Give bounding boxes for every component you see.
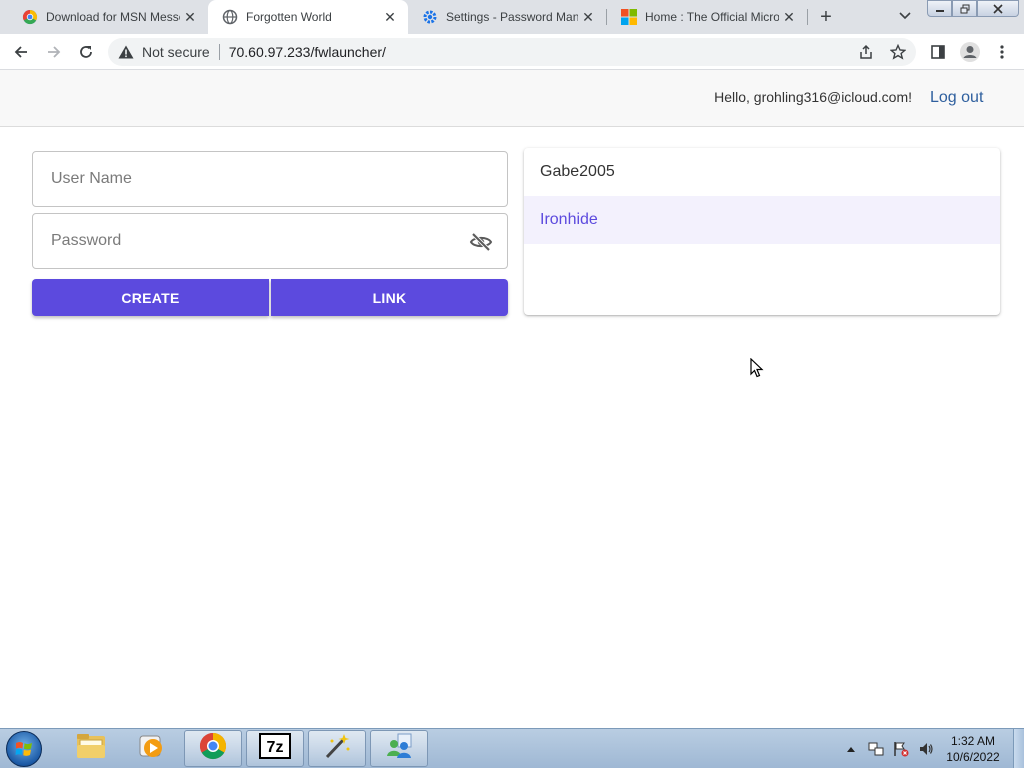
chrome-icon [198, 731, 228, 766]
forward-button[interactable] [42, 40, 66, 64]
tray-expand-icon[interactable] [842, 740, 860, 758]
taskbar-media-player[interactable] [122, 730, 180, 767]
eye-off-icon[interactable] [469, 230, 493, 254]
side-panel-icon[interactable] [928, 42, 948, 62]
tab-download-msn[interactable]: Download for MSN Messe ✕ [8, 0, 208, 34]
chrome-download-icon [22, 9, 38, 25]
gear-icon [422, 9, 438, 25]
back-button[interactable] [9, 40, 33, 64]
start-button[interactable] [6, 731, 42, 767]
clock-time: 1:32 AM [950, 734, 996, 748]
restore-button[interactable] [952, 0, 977, 17]
taskbar-explorer[interactable] [62, 730, 120, 767]
share-icon[interactable] [856, 42, 876, 62]
7zip-icon: 7z [259, 733, 291, 764]
close-window-button[interactable] [977, 0, 1019, 17]
create-button[interactable]: CREATE [32, 279, 269, 316]
web-page: Hello, grohling316@icloud.com! Log out C… [0, 70, 1024, 728]
tab-title: Forgotten World [246, 10, 332, 24]
window-controls [927, 0, 1019, 18]
username-field[interactable] [32, 151, 508, 207]
magic-wand-icon [322, 731, 352, 766]
taskbar-7zip[interactable]: 7z [246, 730, 304, 767]
close-tab-icon[interactable]: ✕ [180, 7, 200, 27]
tab-title: Settings - Password Mana [446, 10, 578, 24]
folder-icon [75, 732, 107, 765]
taskbar-messenger[interactable] [370, 730, 428, 767]
taskbar-wand-app[interactable] [308, 730, 366, 767]
close-tab-icon[interactable]: ✕ [380, 7, 400, 27]
security-label[interactable]: Not secure [142, 44, 210, 60]
bookmark-star-icon[interactable] [888, 42, 908, 62]
omnibox-divider [218, 44, 220, 60]
microsoft-logo-icon [621, 9, 637, 25]
profile-avatar-icon[interactable] [958, 40, 982, 64]
app-header: Hello, grohling316@icloud.com! Log out [0, 70, 1024, 127]
password-field[interactable] [32, 213, 508, 269]
reload-button[interactable] [74, 40, 98, 64]
taskbar-chrome[interactable] [184, 730, 242, 767]
tab-title: Home : The Official Micro [645, 10, 779, 24]
close-tab-icon[interactable]: ✕ [578, 7, 598, 27]
network-icon[interactable] [867, 740, 885, 758]
mouse-cursor-icon [750, 357, 764, 383]
url-text[interactable]: 70.60.97.233/fwlauncher/ [229, 44, 386, 60]
action-center-flag-icon[interactable] [892, 740, 910, 758]
list-item-gabe2005[interactable]: Gabe2005 [524, 148, 1000, 196]
volume-icon[interactable] [917, 740, 935, 758]
tab-title: Download for MSN Messe [46, 10, 180, 24]
account-list: Gabe2005 Ironhide [524, 148, 1000, 315]
browser-toolbar: Not secure 70.60.97.233/fwlauncher/ [0, 34, 1024, 70]
warning-icon[interactable] [118, 44, 134, 60]
tab-microsoft-home[interactable]: Home : The Official Micro ✕ [607, 0, 807, 34]
globe-icon [222, 9, 238, 25]
menu-kebab-icon[interactable] [992, 42, 1012, 62]
username-input[interactable] [51, 170, 451, 188]
svg-text:7z: 7z [267, 739, 284, 756]
windows-taskbar: 7z 1:32 AM 10/6/2022 [0, 728, 1024, 768]
tab-strip: Download for MSN Messe ✕ Forgotten World… [0, 0, 1024, 34]
greeting-text: Hello, grohling316@icloud.com! [714, 89, 912, 105]
media-player-icon [137, 732, 165, 765]
new-tab-button[interactable]: + [815, 6, 837, 28]
link-button[interactable]: LINK [271, 279, 508, 316]
tab-separator [807, 9, 808, 25]
logout-link[interactable]: Log out [930, 89, 983, 107]
password-input[interactable] [51, 232, 431, 250]
system-tray [842, 729, 942, 768]
taskbar-clock[interactable]: 1:32 AM 10/6/2022 [936, 733, 1010, 765]
list-item-ironhide[interactable]: Ironhide [524, 196, 1000, 244]
tab-separator [606, 9, 607, 25]
tab-search-icon[interactable] [896, 7, 914, 25]
minimize-button[interactable] [927, 0, 952, 17]
clock-date: 10/6/2022 [946, 750, 1000, 764]
messenger-icon [384, 731, 414, 766]
tab-forgotten-world[interactable]: Forgotten World ✕ [208, 0, 408, 34]
close-tab-icon[interactable]: ✕ [779, 7, 799, 27]
tab-settings-password[interactable]: Settings - Password Mana ✕ [408, 0, 606, 34]
show-desktop-button[interactable] [1013, 729, 1024, 768]
address-bar[interactable]: Not secure 70.60.97.233/fwlauncher/ [108, 38, 916, 66]
